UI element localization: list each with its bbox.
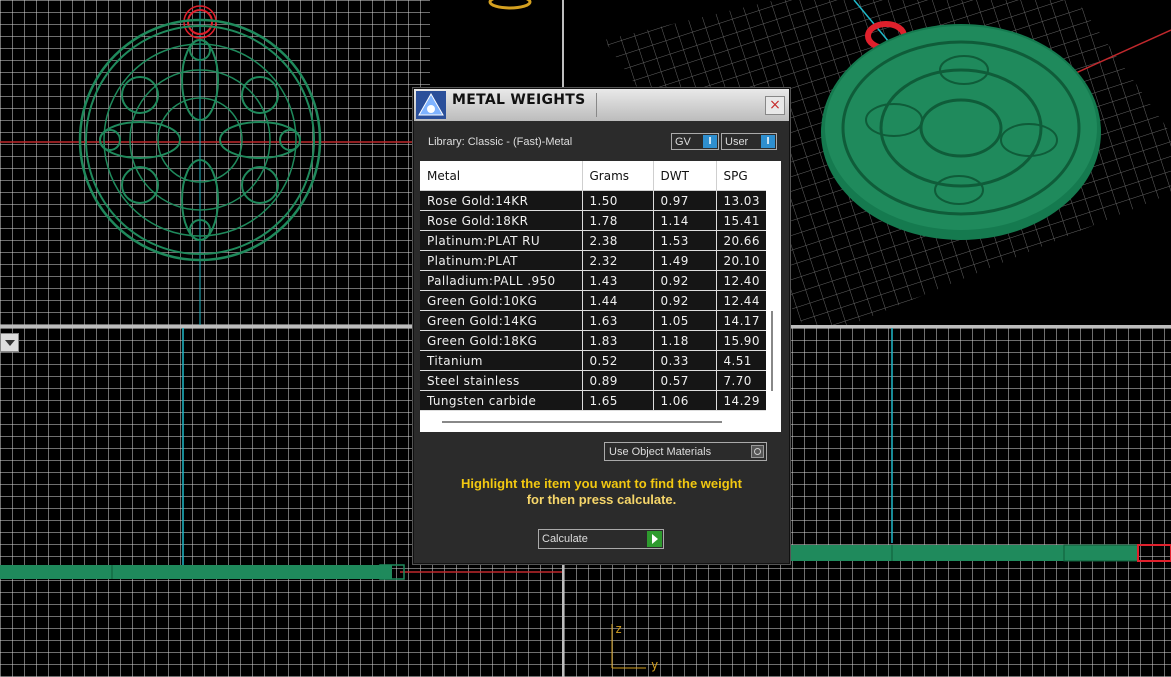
cell-dwt: 1.53 xyxy=(653,230,717,251)
user-toggle[interactable]: User I xyxy=(721,133,777,150)
use-object-materials-option[interactable]: Use Object Materials xyxy=(604,442,767,461)
cell-dwt: 0.33 xyxy=(653,350,717,371)
table-vertical-scrollbar[interactable] xyxy=(766,161,781,412)
cell-dwt: 0.57 xyxy=(653,370,717,391)
metal-table-container: Metal Grams DWT SPG Rose Gold:14KR 1.50 0.… xyxy=(420,161,781,432)
cell-metal: Green Gold:10KG xyxy=(420,290,583,311)
cell-grams: 2.32 xyxy=(582,250,654,271)
pendant-front-drawing xyxy=(0,0,430,325)
cell-spg: 13.03 xyxy=(716,190,767,211)
cell-dwt: 1.14 xyxy=(653,210,717,231)
dialog-title-bar[interactable]: METAL WEIGHTS × xyxy=(414,89,789,121)
cell-dwt: 0.97 xyxy=(653,190,717,211)
cell-spg: 7.70 xyxy=(716,370,767,391)
dialog-title: METAL WEIGHTS xyxy=(452,92,586,108)
instruction-text: Highlight the item you want to find the … xyxy=(434,476,769,508)
cell-spg: 15.41 xyxy=(716,210,767,231)
cell-metal: Platinum:PLAT RU xyxy=(420,230,583,251)
cell-spg: 20.10 xyxy=(716,250,767,271)
radio-icon[interactable] xyxy=(751,445,764,458)
instruction-line-2: for then press calculate. xyxy=(526,492,677,507)
column-header-spg[interactable]: SPG xyxy=(716,161,767,191)
cell-grams: 1.63 xyxy=(582,310,654,331)
cell-grams: 1.78 xyxy=(582,210,654,231)
cell-grams: 0.52 xyxy=(582,350,654,371)
calculate-label: Calculate xyxy=(542,533,588,545)
cell-grams: 2.38 xyxy=(582,230,654,251)
library-label: Library: Classic - (Fast)-Metal xyxy=(428,136,573,148)
metal-table: Metal Grams DWT SPG Rose Gold:14KR 1.50 0.… xyxy=(420,161,767,411)
cell-metal: Rose Gold:14KR xyxy=(420,190,583,211)
cell-spg: 15.90 xyxy=(716,330,767,351)
table-row[interactable]: Tungsten carbide 1.65 1.06 14.29 xyxy=(420,390,767,411)
cell-dwt: 0.92 xyxy=(653,270,717,291)
cell-dwt: 1.06 xyxy=(653,390,717,411)
metal-weights-dialog: METAL WEIGHTS × Library: Classic - (Fast… xyxy=(413,88,790,564)
cell-spg: 20.66 xyxy=(716,230,767,251)
cell-grams: 1.44 xyxy=(582,290,654,311)
dropdown-arrow-icon[interactable] xyxy=(0,333,19,352)
horizontal-scroll-thumb[interactable] xyxy=(442,421,722,423)
cell-spg: 14.29 xyxy=(716,390,767,411)
cell-dwt: 1.05 xyxy=(653,310,717,331)
table-horizontal-scrollbar[interactable] xyxy=(420,412,781,432)
table-row[interactable]: Platinum:PLAT RU 2.38 1.53 20.66 xyxy=(420,230,767,251)
cell-dwt: 0.92 xyxy=(653,290,717,311)
column-header-dwt[interactable]: DWT xyxy=(653,161,717,191)
cell-metal: Rose Gold:18KR xyxy=(420,210,583,231)
table-row[interactable]: Green Gold:18KG 1.83 1.18 15.90 xyxy=(420,330,767,351)
vertical-scroll-thumb[interactable] xyxy=(771,311,773,391)
table-row[interactable]: Platinum:PLAT 2.32 1.49 20.10 xyxy=(420,250,767,271)
column-header-metal[interactable]: Metal xyxy=(420,161,583,191)
cell-spg: 12.40 xyxy=(716,270,767,291)
cell-spg: 14.17 xyxy=(716,310,767,331)
cell-grams: 1.65 xyxy=(582,390,654,411)
gv-toggle[interactable]: GV I xyxy=(671,133,719,150)
cell-metal: Platinum:PLAT xyxy=(420,250,583,271)
table-row[interactable]: Titanium 0.52 0.33 4.51 xyxy=(420,350,767,371)
cell-spg: 12.44 xyxy=(716,290,767,311)
title-separator xyxy=(596,93,597,117)
column-header-grams[interactable]: Grams xyxy=(582,161,654,191)
cell-metal: Green Gold:18KG xyxy=(420,330,583,351)
close-icon[interactable]: × xyxy=(765,96,785,115)
cell-metal: Steel stainless xyxy=(420,370,583,391)
cell-dwt: 1.18 xyxy=(653,330,717,351)
gv-toggle-label: GV xyxy=(675,136,691,148)
play-icon xyxy=(647,531,662,547)
cell-grams: 1.83 xyxy=(582,330,654,351)
calculate-button[interactable]: Calculate xyxy=(538,529,664,549)
instruction-line-1: Highlight the item you want to find the … xyxy=(461,476,742,491)
cell-metal: Tungsten carbide xyxy=(420,390,583,411)
gv-toggle-knob: I xyxy=(703,135,717,148)
user-toggle-label: User xyxy=(725,136,749,148)
cell-dwt: 1.49 xyxy=(653,250,717,271)
axis-z-label: z xyxy=(615,622,623,636)
ring-fragment-drawing xyxy=(488,0,532,10)
cell-grams: 0.89 xyxy=(582,370,654,391)
app-logo-icon xyxy=(416,91,446,119)
viewport-front[interactable] xyxy=(0,0,430,325)
table-row[interactable]: Steel stainless 0.89 0.57 7.70 xyxy=(420,370,767,391)
table-header-row: Metal Grams DWT SPG xyxy=(420,161,767,191)
table-row[interactable]: Rose Gold:18KR 1.78 1.14 15.41 xyxy=(420,210,767,231)
table-row[interactable]: Rose Gold:14KR 1.50 0.97 13.03 xyxy=(420,190,767,211)
cell-grams: 1.43 xyxy=(582,270,654,291)
cell-metal: Palladium:PALL .950 xyxy=(420,270,583,291)
cell-metal: Titanium xyxy=(420,350,583,371)
user-toggle-knob: I xyxy=(761,135,775,148)
cell-metal: Green Gold:14KG xyxy=(420,310,583,331)
axis-y-label: y xyxy=(651,658,659,672)
table-row[interactable]: Green Gold:10KG 1.44 0.92 12.44 xyxy=(420,290,767,311)
cell-spg: 4.51 xyxy=(716,350,767,371)
table-row[interactable]: Palladium:PALL .950 1.43 0.92 12.40 xyxy=(420,270,767,291)
cell-grams: 1.50 xyxy=(582,190,654,211)
table-row[interactable]: Green Gold:14KG 1.63 1.05 14.17 xyxy=(420,310,767,331)
use-object-materials-label: Use Object Materials xyxy=(609,446,712,458)
